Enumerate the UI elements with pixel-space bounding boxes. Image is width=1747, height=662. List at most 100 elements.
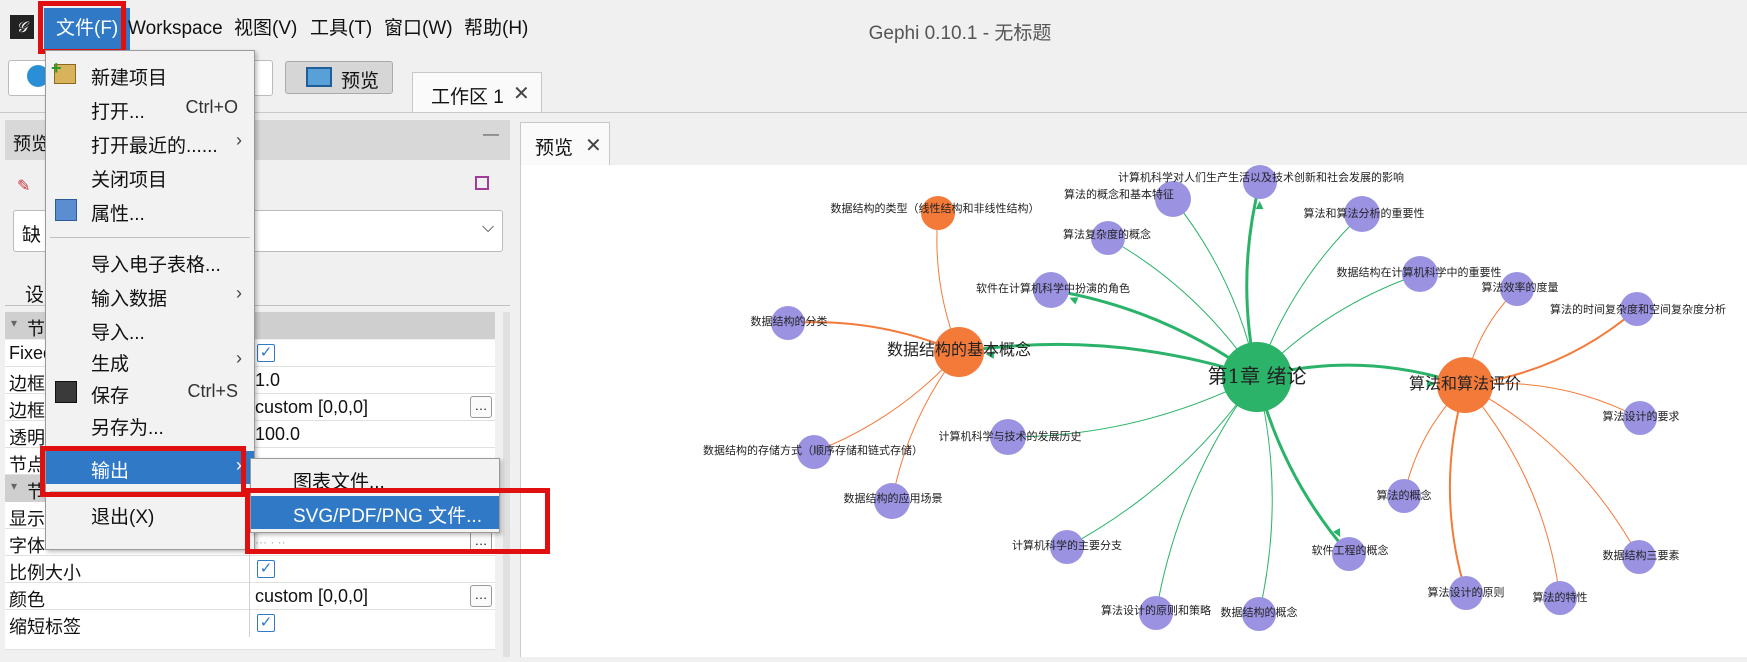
edge-arrowhead — [1069, 297, 1079, 305]
menu-item-label: 属性... — [91, 204, 145, 225]
graph-node-label: 算法设计的要求 — [1603, 409, 1680, 423]
graph-node-label: 算法和算法分析的重要性 — [1304, 206, 1425, 220]
graph-node-label: 算法和算法评价 — [1409, 374, 1521, 393]
highlight-box-export — [40, 446, 246, 497]
property-value[interactable]: 1.0 — [255, 370, 280, 391]
graph-node-label: 数据结构三要素 — [1603, 548, 1680, 562]
graph-node-label: 算法的时间复杂度和空间复杂度分析 — [1550, 302, 1726, 316]
graph-svg: 第1章 绪论 数据结构的基本概念算法和算法评价 计算机科学对人们生产生活以及技术创新… — [703, 165, 1726, 631]
tab-divider — [0, 112, 1747, 113]
menu-item-properties[interactable]: 属性... — [46, 194, 254, 227]
graph-node-label: 软件工程的概念 — [1312, 543, 1389, 557]
graph-node-label: 算法的特性 — [1533, 590, 1588, 604]
ellipsis-button[interactable]: … — [470, 585, 492, 607]
property-value[interactable]: custom [0,0,0] — [255, 397, 368, 418]
menu-bar: 𝒢 文件(F) Workspace 视图(V) 工具(T) 窗口(W) 帮助(H… — [0, 0, 1747, 54]
menu-item-label: 导入电子表格... — [91, 255, 221, 276]
gephi-logo-icon: 𝒢 — [10, 15, 34, 39]
chevron-right-icon: › — [236, 130, 242, 150]
window-title: Gephi 0.10.1 - 无标题 — [868, 23, 1052, 44]
property-value[interactable]: custom [0,0,0] — [255, 586, 368, 607]
tab-preview[interactable]: 预览 ✕ — [520, 122, 610, 165]
menu-separator — [50, 237, 250, 238]
menu-item-import-data[interactable]: 输入数据 › — [46, 279, 254, 312]
menu-view[interactable]: 视图(V) — [222, 8, 309, 50]
menu-item-open[interactable]: 打开... Ctrl+O — [46, 92, 254, 125]
collapse-icon: ▾ — [11, 479, 18, 493]
ellipsis-button[interactable]: … — [470, 396, 492, 418]
floppy-disk-icon — [55, 381, 77, 403]
graph-edge — [813, 351, 960, 453]
menu-window[interactable]: 窗口(W) — [372, 8, 465, 50]
proportional-size-checkbox[interactable]: ✓ — [257, 560, 275, 578]
graph-edge — [1448, 384, 1467, 594]
settings-tab-label[interactable]: 设 — [25, 280, 44, 307]
preset-dropdown-value: 缺 — [22, 225, 42, 246]
properties-icon — [55, 199, 77, 221]
menu-item-save-as[interactable]: 另存为... — [46, 408, 254, 441]
menu-help[interactable]: 帮助(H) — [452, 8, 540, 50]
graph-edge — [1256, 376, 1273, 615]
tab-preview-label: 预览 — [535, 138, 574, 159]
menu-item-label: 关闭项目 — [91, 170, 168, 191]
graph-node-label: 数据结构的应用场景 — [844, 491, 943, 505]
menu-workspace[interactable]: Workspace — [116, 8, 235, 50]
property-name: 边框 — [9, 401, 45, 421]
menu-item-generate[interactable]: 生成 › — [46, 344, 254, 377]
graph-node-label: 第1章 绪论 — [1207, 364, 1306, 388]
fixed-checkbox[interactable]: ✓ — [257, 344, 275, 362]
property-value[interactable]: 100.0 — [255, 424, 300, 445]
graph-node-label: 数据结构在计算机科学中的重要性 — [1337, 265, 1502, 279]
chevron-right-icon: › — [236, 348, 242, 368]
preview-mode-button[interactable]: 预览 — [285, 61, 393, 94]
table-row[interactable]: 比例大小 ✓ — [5, 556, 495, 583]
menu-item-new-project[interactable]: + 新建项目 — [46, 58, 254, 91]
graph-node-label: 算法的概念和基本特征 — [1064, 187, 1174, 201]
graph-node-label: 数据结构的基本概念 — [887, 340, 1031, 359]
save-icon[interactable] — [475, 176, 489, 190]
preview-canvas[interactable]: 第1章 绪论 数据结构的基本概念算法和算法评价 计算机科学对人们生产生活以及技术创新… — [520, 165, 1747, 657]
menu-item-save[interactable]: 保存 Ctrl+S — [46, 376, 254, 409]
graph-node-label: 数据结构的分类 — [751, 314, 828, 328]
close-icon[interactable]: ✕ — [513, 81, 530, 106]
menu-item-import-spreadsheet[interactable]: 导入电子表格... — [46, 245, 254, 278]
shorten-label-checkbox[interactable]: ✓ — [257, 614, 275, 632]
collapse-icon: ▾ — [11, 316, 18, 330]
table-row[interactable]: 颜色 custom [0,0,0] … — [5, 583, 495, 610]
menu-item-open-recent[interactable]: 打开最近的...... › — [46, 126, 254, 159]
graph-node-label: 算法设计的原则 — [1428, 585, 1505, 599]
graph-node-label: 计算机科学对人们生产生活以及技术创新和社会发展的影响 — [1118, 170, 1404, 184]
property-name: 比例大小 — [9, 563, 81, 583]
property-name: 字体 — [9, 536, 45, 556]
highlight-box-svg-export — [245, 488, 550, 554]
graph-node-label: 算法的概念 — [1377, 488, 1432, 502]
tab-workspace-label: 工作区 1 — [431, 87, 504, 108]
chevron-right-icon: › — [236, 283, 242, 303]
graph-edge — [1066, 376, 1258, 548]
menu-item-label: 生成 — [91, 354, 130, 375]
menu-item-import[interactable]: 导入... — [46, 313, 254, 346]
graph-node-label: 数据结构的存储方式（顺序存储和链式存储） — [703, 443, 923, 457]
graph-node-label: 数据结构的类型（线性结构和非线性结构） — [831, 201, 1040, 215]
close-icon[interactable]: ✕ — [585, 133, 602, 158]
shortcut-label: Ctrl+O — [185, 97, 238, 117]
pencil-icon[interactable]: ✎ — [17, 176, 30, 196]
menu-item-exit[interactable]: 退出(X) — [46, 497, 254, 530]
menu-item-label: 输入数据 — [91, 289, 168, 310]
column-divider — [249, 583, 250, 610]
graph-node-label: 算法复杂度的概念 — [1063, 227, 1151, 241]
menu-item-close-project[interactable]: 关闭项目 — [46, 160, 254, 193]
highlight-box-file-menu — [38, 1, 126, 54]
chevron-down-icon: ⌵ — [482, 219, 495, 236]
menu-item-label: 新建项目 — [91, 68, 168, 89]
menu-item-label: 退出(X) — [91, 507, 155, 528]
panel-title: 预览 — [13, 134, 49, 154]
graph-node-label: 数据结构的概念 — [1221, 605, 1298, 619]
tab-workspace-1[interactable]: 工作区 1 ✕ — [412, 72, 542, 113]
minimize-icon[interactable]: — — [483, 126, 499, 144]
graph-edge — [1464, 384, 1561, 599]
graph-node-label: 算法设计的原则和策略 — [1101, 603, 1211, 617]
menu-item-label: 打开最近的...... — [91, 136, 218, 157]
table-row[interactable]: 缩短标签 ✓ — [5, 610, 495, 650]
scrollbar[interactable] — [503, 312, 510, 657]
